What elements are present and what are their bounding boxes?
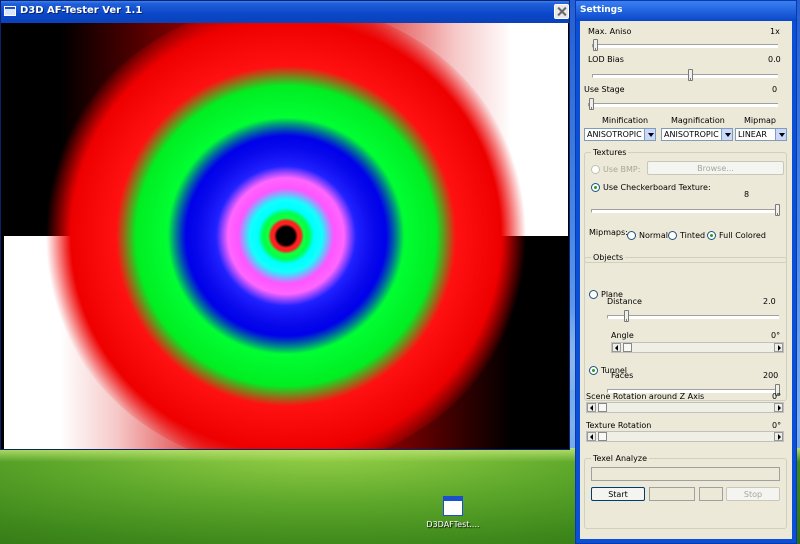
angle-scrollbar[interactable] <box>611 342 784 353</box>
scene-rotation-right-icon[interactable] <box>774 403 783 412</box>
window-title: D3D AF-Tester Ver 1.1 <box>20 5 143 16</box>
chevron-down-icon[interactable] <box>775 129 786 140</box>
texel-analyze-title: Texel Analyze <box>591 454 650 463</box>
angle-scroll-left-icon[interactable] <box>612 343 621 352</box>
start-button[interactable]: Start <box>591 487 645 501</box>
texture-rotation-label: Texture Rotation <box>586 421 652 430</box>
close-icon[interactable] <box>554 4 569 19</box>
settings-window: Settings Max. Aniso 1x LOD Bias 0.0 Use … <box>575 0 797 544</box>
magnification-label: Magnification <box>671 116 725 125</box>
lod-bias-slider-thumb[interactable] <box>688 69 693 81</box>
faces-label: Faces <box>611 371 634 380</box>
texel-analyze-group: Texel Analyze Start Stop <box>584 454 787 529</box>
use-bmp-label: Use BMP: <box>603 165 641 174</box>
distance-value: 2.0 <box>763 297 776 306</box>
use-stage-value: 0 <box>772 85 778 94</box>
minification-select[interactable]: ANISOTROPIC <box>584 128 656 141</box>
max-aniso-track[interactable] <box>592 44 778 48</box>
objects-group-title: Objects <box>591 253 626 262</box>
distance-track[interactable] <box>607 315 779 319</box>
window-icon <box>4 6 16 16</box>
texture-rotation-right-icon[interactable] <box>774 432 783 441</box>
minification-select-value: ANISOTROPIC <box>587 130 642 139</box>
max-aniso-value: 1x <box>770 27 780 36</box>
mipmaps-normal-radio[interactable] <box>627 231 636 240</box>
lod-bias-track[interactable] <box>592 74 778 78</box>
objects-group: Objects Plane Distance 2.0 Angle 0° Tunn… <box>584 253 787 401</box>
use-checkerboard-label: Use Checkerboard Texture: <box>603 183 711 192</box>
checkerboard-value: 8 <box>744 190 750 199</box>
chevron-down-icon[interactable] <box>721 129 732 140</box>
main-titlebar[interactable]: D3D AF-Tester Ver 1.1 <box>1 1 569 23</box>
angle-scroll-thumb[interactable] <box>623 343 632 352</box>
checkerboard-track[interactable] <box>591 209 779 213</box>
use-stage-track[interactable] <box>588 103 778 107</box>
mipmaps-full-colored-label: Full Colored <box>719 231 766 240</box>
browse-button[interactable]: Browse... <box>647 161 784 175</box>
texel-readout-1 <box>649 487 695 501</box>
main-window: D3D AF-Tester Ver 1.1 <box>0 0 570 450</box>
mipmaps-normal-label: Normal <box>639 231 668 240</box>
stop-button[interactable]: Stop <box>726 487 780 501</box>
texture-rotation-thumb[interactable] <box>598 432 607 441</box>
app-window-icon[interactable] <box>443 496 463 516</box>
texel-analyze-output <box>591 467 780 481</box>
use-stage-slider-thumb[interactable] <box>589 98 594 110</box>
lod-bias-value: 0.0 <box>768 55 781 64</box>
mipmaps-full-colored-radio[interactable] <box>707 231 716 240</box>
max-aniso-label: Max. Aniso <box>588 27 632 36</box>
textures-group: Textures Use BMP: Browse... Use Checkerb… <box>584 148 787 263</box>
scene-rotation-thumb[interactable] <box>598 403 607 412</box>
settings-title[interactable]: Settings <box>576 1 796 21</box>
mipmaps-label: Mipmaps: <box>589 228 628 237</box>
scene-rotation-value: 0° <box>772 392 782 401</box>
texel-readout-2 <box>699 487 723 501</box>
checkerboard-slider-thumb[interactable] <box>775 204 780 216</box>
minification-label: Minification <box>602 116 649 125</box>
scene-rotation-label: Scene Rotation around Z Axis <box>586 392 705 401</box>
max-aniso-slider-thumb[interactable] <box>593 39 598 51</box>
render-viewport <box>4 23 568 449</box>
tunnel-radio[interactable] <box>589 366 598 375</box>
texture-rotation-left-icon[interactable] <box>587 432 596 441</box>
settings-body: Max. Aniso 1x LOD Bias 0.0 Use Stage 0 M… <box>580 21 792 539</box>
tunnel-center <box>266 214 306 258</box>
magnification-select-value: ANISOTROPIC <box>664 130 719 139</box>
plane-radio[interactable] <box>589 290 598 299</box>
angle-label: Angle <box>611 331 634 340</box>
distance-label: Distance <box>607 297 642 306</box>
desktop-icon-label[interactable]: D3DAFTest.... <box>418 520 488 529</box>
use-bmp-radio[interactable] <box>591 165 600 174</box>
mipmap-label: Mipmap <box>744 116 776 125</box>
mipmap-select-value: LINEAR <box>738 130 767 139</box>
mipmap-select[interactable]: LINEAR <box>735 128 787 141</box>
texture-rotation-value: 0° <box>772 421 782 430</box>
scene-rotation-left-icon[interactable] <box>587 403 596 412</box>
textures-group-title: Textures <box>591 148 629 157</box>
mipmaps-tinted-label: Tinted <box>680 231 706 240</box>
lod-bias-label: LOD Bias <box>588 55 624 64</box>
use-stage-label: Use Stage <box>584 85 625 94</box>
angle-scroll-right-icon[interactable] <box>774 343 783 352</box>
use-checkerboard-radio[interactable] <box>591 183 600 192</box>
angle-value: 0° <box>771 331 781 340</box>
distance-slider-thumb[interactable] <box>624 310 629 322</box>
magnification-select[interactable]: ANISOTROPIC <box>661 128 733 141</box>
texture-rotation-scrollbar[interactable] <box>586 431 784 442</box>
chevron-down-icon[interactable] <box>644 129 655 140</box>
faces-value: 200 <box>763 371 779 380</box>
mipmaps-tinted-radio[interactable] <box>668 231 677 240</box>
scene-rotation-scrollbar[interactable] <box>586 402 784 413</box>
